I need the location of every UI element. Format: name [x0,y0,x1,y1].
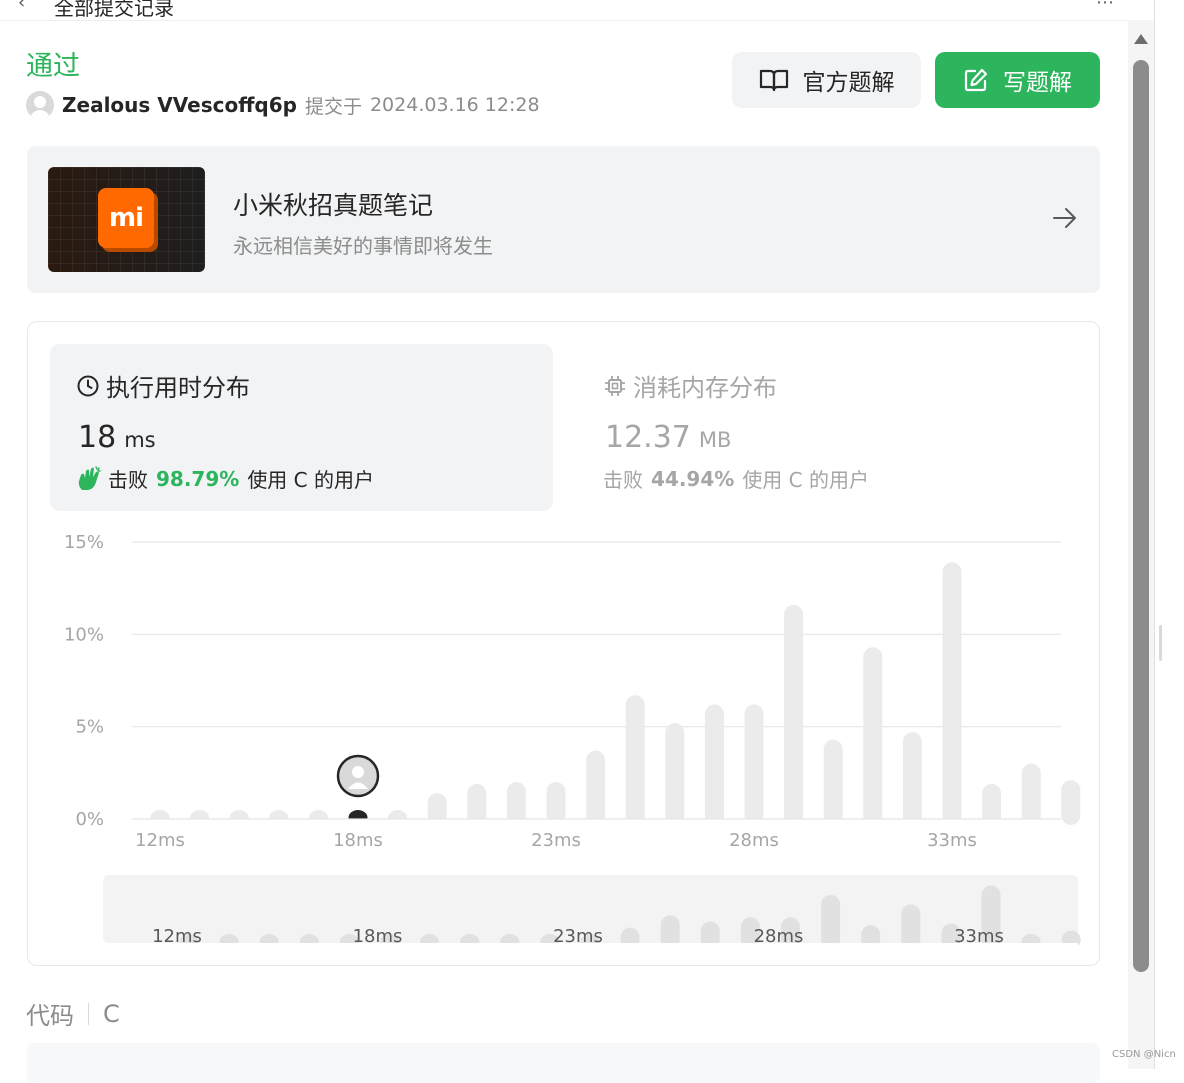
navigator-bar [821,894,841,949]
navigator-bar [901,904,921,949]
scrollbar-thumb[interactable] [1133,60,1149,972]
code-block[interactable] [27,1043,1100,1083]
panel-gutter [1154,0,1184,1069]
distribution-bar[interactable] [1021,763,1041,825]
resize-handle[interactable] [1159,625,1162,661]
navigator-tick-label: 18ms [353,926,403,947]
submission-timestamp: 2024.03.16 12:28 [369,94,540,116]
memory-title-text: 消耗内存分布 [633,374,777,402]
memory-beat-suffix: 使用 C 的用户 [742,468,869,492]
y-tick-label: 10% [64,624,104,645]
banner-subtitle: 永远相信美好的事情即将发生 [233,234,493,258]
submission-status: 通过 [26,51,80,82]
runtime-unit: ms [124,428,156,452]
code-language: C [103,999,120,1028]
navigator-tick-label: 12ms [152,926,202,947]
clap-icon [78,465,101,490]
distribution-bar[interactable] [823,739,843,825]
memory-title: 消耗内存分布 [603,368,777,403]
x-tick-label: 18ms [333,830,383,851]
code-label: 代码 [26,1002,74,1030]
write-solution-button[interactable]: 写题解 [935,52,1100,108]
current-submission-marker [336,754,380,798]
y-tick-label: 5% [75,717,104,738]
baseline-mask [132,819,1061,827]
avatar[interactable] [26,91,54,119]
performance-card: 执行用时分布 18 ms 击败 98.79% 使用 C 的用户 消耗内存分布 1… [27,321,1100,966]
write-solution-label: 写题解 [1003,70,1072,96]
runtime-distribution-chart[interactable]: 0% 5% 10% 15% 12ms 18ms 23ms 28ms 33ms 12ms 18ms… [28,522,1099,952]
memory-unit: MB [698,428,732,452]
chart-bars [132,562,1081,827]
x-tick-label: 23ms [531,830,581,851]
y-tick-label: 15% [64,532,104,553]
username[interactable]: Zealous VVescoffq6p [62,93,297,117]
runtime-title: 执行用时分布 [76,368,250,403]
navigator-tick-label: 23ms [553,926,603,947]
book-open-icon [759,69,788,92]
chart-range-navigator[interactable]: 12ms 18ms 23ms 28ms 33ms [103,875,1099,952]
navigator-tick-label: 33ms [954,926,1004,947]
edit-icon [964,68,988,92]
memory-beat-label: 击败 [603,468,643,492]
memory-beat: 击败 44.94% 使用 C 的用户 [603,464,869,493]
breadcrumb[interactable]: 全部提交记录 [54,0,174,21]
top-bar: ‹ 全部提交记录 ⋯ [0,0,1128,21]
divider [88,1002,89,1025]
memory-stat-tab[interactable]: 消耗内存分布 12.37 MB 击败 44.94% 使用 C 的用户 [577,344,1077,511]
memory-number: 12.37 [605,420,691,455]
memory-value: 12.37 MB [605,420,731,455]
chart-x-axis: 12ms 18ms 23ms 28ms 33ms [135,830,977,851]
submission-meta: Zealous VVescoffq6p 提交于 2024.03.16 12:28 [26,88,540,122]
distribution-bar[interactable] [1061,780,1081,825]
watermark: CSDN @Nicn [1112,1049,1176,1060]
distribution-bar[interactable] [902,732,922,825]
distribution-bar[interactable] [704,704,724,825]
avatar-head [352,766,364,778]
runtime-stat-tab[interactable]: 执行用时分布 18 ms 击败 98.79% 使用 C 的用户 [50,344,553,511]
arrow-right-icon[interactable] [1051,204,1079,232]
runtime-beat-label: 击败 [108,468,148,492]
distribution-bar[interactable] [784,604,804,825]
runtime-beat: 击败 98.79% 使用 C 的用户 [76,464,374,493]
promo-banner[interactable]: mi 小米秋招真题笔记 永远相信美好的事情即将发生 [27,146,1100,293]
chevron-left-icon[interactable]: ‹ [18,0,25,13]
code-section-header: 代码 C [26,996,120,1031]
official-solution-button[interactable]: 官方题解 [732,52,921,108]
distribution-bar[interactable] [625,695,645,825]
distribution-bar[interactable] [665,722,685,825]
runtime-beat-suffix: 使用 C 的用户 [247,468,374,492]
clock-icon [77,375,99,396]
x-tick-label: 33ms [927,830,977,851]
banner-image: mi [48,167,205,272]
official-solution-label: 官方题解 [802,70,895,96]
runtime-beat-percent: 98.79% [156,466,240,491]
navigator-tick-label: 28ms [754,926,804,947]
banner-title: 小米秋招真题笔记 [233,191,434,220]
chart-y-axis: 0% 5% 10% 15% [64,532,104,830]
runtime-number: 18 [78,420,117,455]
chip-icon [605,375,625,396]
distribution-bar[interactable] [863,647,883,825]
runtime-value: 18 ms [78,420,156,455]
runtime-title-text: 执行用时分布 [106,374,250,402]
memory-beat-percent: 44.94% [651,466,735,491]
more-icon[interactable]: ⋯ [1096,0,1114,13]
y-tick-label: 0% [75,809,104,830]
x-tick-label: 12ms [135,830,185,851]
distribution-bar[interactable] [586,750,606,825]
mi-logo: mi [98,188,154,248]
submitted-prefix: 提交于 [304,95,362,118]
x-tick-label: 28ms [729,830,779,851]
distribution-bar[interactable] [942,562,962,825]
distribution-bar[interactable] [744,704,764,825]
scroll-up-arrow-icon[interactable] [1134,34,1148,44]
